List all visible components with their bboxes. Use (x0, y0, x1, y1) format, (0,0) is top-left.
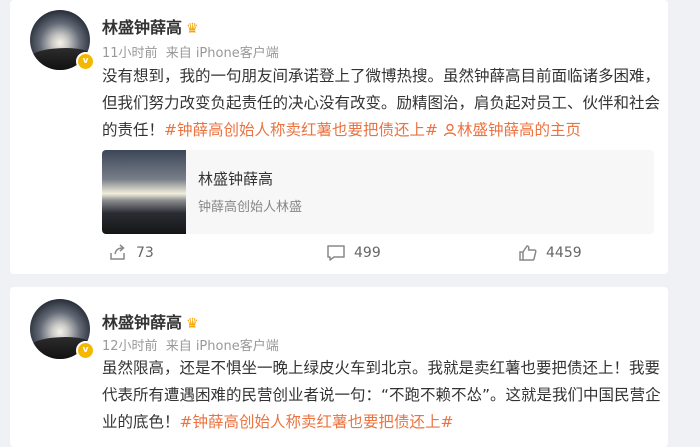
post-meta: 11小时前 来自 iPhone客户端 (102, 42, 283, 61)
thumbs-up-icon (519, 245, 537, 261)
embedded-profile-card[interactable]: 林盛钟薛高 钟薛高创始人林盛 (102, 150, 654, 234)
post-card: v 林盛钟薛高 ♛ 11小时前 来自 iPhone客户端 没有想到，我的一句朋友间… (10, 0, 668, 274)
user-icon (443, 123, 457, 137)
crown-icon: ♛ (186, 21, 199, 37)
profile-link[interactable]: 林盛钟薛高的主页 (443, 121, 581, 139)
topic-link[interactable]: #钟薛高创始人称卖红薯也要把债还上# (180, 413, 454, 431)
profile-link-label: 林盛钟薛高的主页 (456, 121, 581, 139)
embed-thumbnail (102, 150, 186, 234)
comment-count: 499 (354, 245, 381, 261)
like-button[interactable]: 4459 (518, 244, 582, 262)
like-count: 4459 (546, 245, 582, 261)
post-meta: 12小时前 来自 iPhone客户端 (102, 335, 283, 354)
repost-count: 73 (136, 245, 154, 261)
embed-subtitle: 钟薛高创始人林盛 (198, 200, 303, 215)
post-time[interactable]: 11小时前 (102, 46, 158, 61)
post-card: v 林盛钟薛高 ♛ 12小时前 来自 iPhone客户端 虽然限高，还是不惧坐一晚… (10, 287, 668, 447)
post-source: 来自 iPhone客户端 (165, 46, 279, 61)
post-source: 来自 iPhone客户端 (165, 339, 279, 354)
action-bar: 73 499 4459 (10, 244, 668, 268)
crown-icon: ♛ (186, 316, 199, 332)
topic-link[interactable]: #钟薛高创始人称卖红薯也要把债还上# (164, 121, 438, 139)
share-icon (110, 244, 125, 260)
comment-button[interactable]: 499 (326, 244, 381, 262)
author-name[interactable]: 林盛钟薛高 ♛ (102, 309, 199, 333)
comment-icon (327, 245, 345, 261)
verified-badge-icon: v (76, 52, 95, 71)
post-text: 虽然限高，还是不惧坐一晚上绿皮火车到北京。我就是卖红薯也要把债还上！我要代表所有… (102, 355, 662, 436)
author-name[interactable]: 林盛钟薛高 ♛ (102, 14, 199, 38)
post-text: 没有想到，我的一句朋友间承诺登上了微博热搜。虽然钟薛高目前面临诸多困难，但我们努… (102, 63, 662, 144)
post-time[interactable]: 12小时前 (102, 339, 158, 354)
embed-title: 林盛钟薛高 (198, 170, 274, 188)
repost-button[interactable]: 73 (108, 244, 154, 262)
verified-badge-icon: v (76, 341, 95, 360)
